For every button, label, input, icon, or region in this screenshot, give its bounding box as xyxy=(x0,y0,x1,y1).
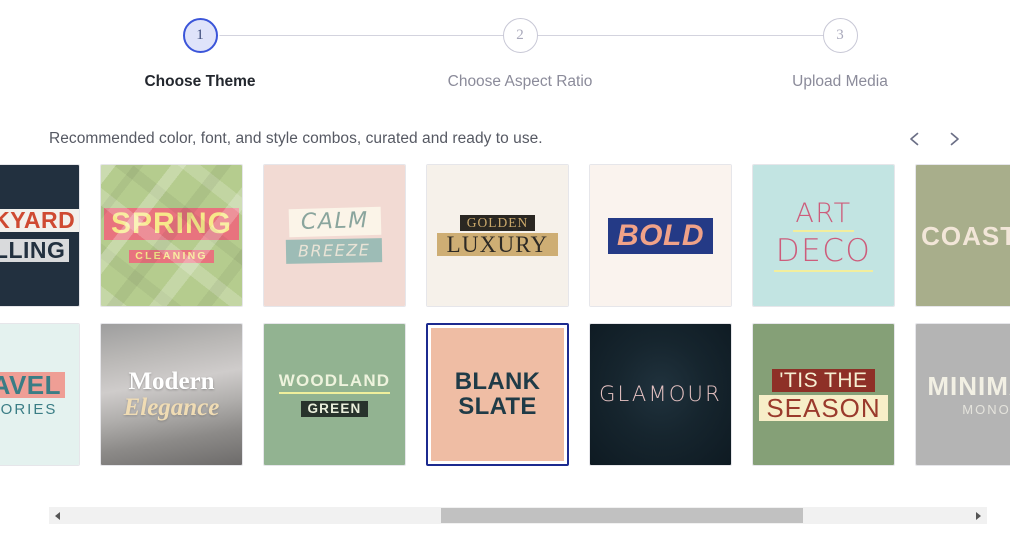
theme-card-bold[interactable]: BOLD xyxy=(589,164,732,307)
theme-art: BACKYARD GRILLING xyxy=(0,165,79,306)
theme-title-line1: SPRING xyxy=(103,208,240,241)
theme-gallery-rows: BACKYARD GRILLING SPRING CLEANING CALM B… xyxy=(0,164,1010,466)
theme-card-backyard-grilling[interactable]: BACKYARD GRILLING xyxy=(0,164,80,307)
theme-title-line2: DECO xyxy=(773,234,874,272)
theme-row-2: TRAVEL MEMORIES Modern Elegance WOODLAND… xyxy=(0,323,1010,466)
theme-title-line2: SEASON xyxy=(759,394,888,421)
theme-card-tis-the-season[interactable]: 'TIS THE SEASON xyxy=(752,323,895,466)
step-2-circle[interactable]: 2 xyxy=(502,18,538,53)
step-2-label: Choose Aspect Ratio xyxy=(447,73,593,90)
theme-title-line1: WOODLAND xyxy=(278,372,391,395)
theme-title-line1: ART xyxy=(793,200,854,232)
theme-card-calm-breeze[interactable]: CALM BREEZE xyxy=(263,164,406,307)
theme-title-line1: GOLDEN xyxy=(459,215,536,231)
theme-card-woodland-green[interactable]: WOODLAND GREEN xyxy=(263,323,406,466)
theme-card-golden-luxury[interactable]: GOLDEN LUXURY xyxy=(426,164,569,307)
wizard-stepper: 1 Choose Theme 2 Choose Aspect Ratio 3 U… xyxy=(0,0,1010,110)
theme-card-spring-cleaning[interactable]: SPRING CLEANING xyxy=(100,164,243,307)
theme-title-line2: SLATE xyxy=(458,392,537,420)
theme-art: GOLDEN LUXURY xyxy=(427,165,568,306)
theme-art: 'TIS THE SEASON xyxy=(753,324,894,465)
step-1-label: Choose Theme xyxy=(144,73,256,90)
theme-gallery: BACKYARD GRILLING SPRING CLEANING CALM B… xyxy=(0,164,1010,484)
stepper-connector-2-3 xyxy=(520,35,840,37)
theme-title-line1: Modern xyxy=(128,368,215,395)
theme-title-line1: 'TIS THE xyxy=(772,368,875,392)
theme-card-blank-slate[interactable]: BLANK SLATE xyxy=(426,323,569,466)
theme-title-line1: BACKYARD xyxy=(0,209,79,232)
step-1-circle[interactable]: 1 xyxy=(182,18,218,53)
theme-art: GLAMOUR xyxy=(590,324,731,465)
theme-title-line2: MEMORIES xyxy=(0,401,58,418)
theme-art: Modern Elegance xyxy=(101,324,242,465)
theme-art: COASTAL xyxy=(916,165,1010,306)
theme-title-line1: BOLD xyxy=(608,217,713,254)
theme-card-art-deco[interactable]: ART DECO xyxy=(752,164,895,307)
theme-title-line1: BLANK xyxy=(454,368,541,396)
theme-title-line2: CLEANING xyxy=(129,250,214,263)
theme-title-line2: LUXURY xyxy=(436,232,559,256)
theme-art: BLANK SLATE xyxy=(431,328,564,461)
gallery-description: Recommended color, font, and style combo… xyxy=(49,130,543,147)
scrollbar-thumb[interactable] xyxy=(441,508,803,523)
chevron-left-icon[interactable] xyxy=(904,129,924,149)
theme-title-line2: MONO xyxy=(962,402,1010,417)
theme-card-travel-memories[interactable]: TRAVEL MEMORIES xyxy=(0,323,80,466)
theme-art: TRAVEL MEMORIES xyxy=(0,324,79,465)
theme-art: MINIMAL MONO xyxy=(916,324,1010,465)
gallery-header: Recommended color, font, and style combo… xyxy=(0,122,1010,156)
theme-title-line2: Elegance xyxy=(123,394,220,421)
triangle-left-icon[interactable] xyxy=(49,507,66,524)
triangle-right-icon[interactable] xyxy=(970,507,987,524)
theme-card-coastal[interactable]: COASTAL xyxy=(915,164,1010,307)
theme-art: SPRING CLEANING xyxy=(101,165,242,306)
theme-title-line2: BREEZE xyxy=(286,238,383,264)
theme-art: ART DECO xyxy=(753,165,894,306)
stepper-track: 1 Choose Theme 2 Choose Aspect Ratio 3 U… xyxy=(144,18,888,91)
theme-art: BOLD xyxy=(590,165,731,306)
theme-title-line1: MINIMAL xyxy=(927,371,1010,401)
theme-title-line1: CALM xyxy=(288,206,381,238)
horizontal-scrollbar[interactable] xyxy=(49,507,987,524)
theme-row-1: BACKYARD GRILLING SPRING CLEANING CALM B… xyxy=(0,164,1010,307)
scrollbar-track[interactable] xyxy=(66,507,970,524)
theme-card-minimal-mono[interactable]: MINIMAL MONO xyxy=(915,323,1010,466)
step-3-circle[interactable]: 3 xyxy=(822,18,858,53)
theme-art: CALM BREEZE xyxy=(264,165,405,306)
stepper-connector-1-2 xyxy=(200,35,520,37)
theme-title-line1: GLAMOUR xyxy=(599,382,722,406)
theme-title-line1: TRAVEL xyxy=(0,372,66,398)
step-3-label: Upload Media xyxy=(792,73,888,90)
theme-card-modern-elegance[interactable]: Modern Elegance xyxy=(100,323,243,466)
theme-title-line2: GRILLING xyxy=(0,239,70,262)
chevron-right-icon[interactable] xyxy=(944,129,964,149)
carousel-nav xyxy=(904,129,964,149)
theme-title-line2: GREEN xyxy=(301,401,368,417)
theme-card-glamour[interactable]: GLAMOUR xyxy=(589,323,732,466)
theme-art: WOODLAND GREEN xyxy=(264,324,405,465)
theme-title-line1: COASTAL xyxy=(921,220,1010,251)
